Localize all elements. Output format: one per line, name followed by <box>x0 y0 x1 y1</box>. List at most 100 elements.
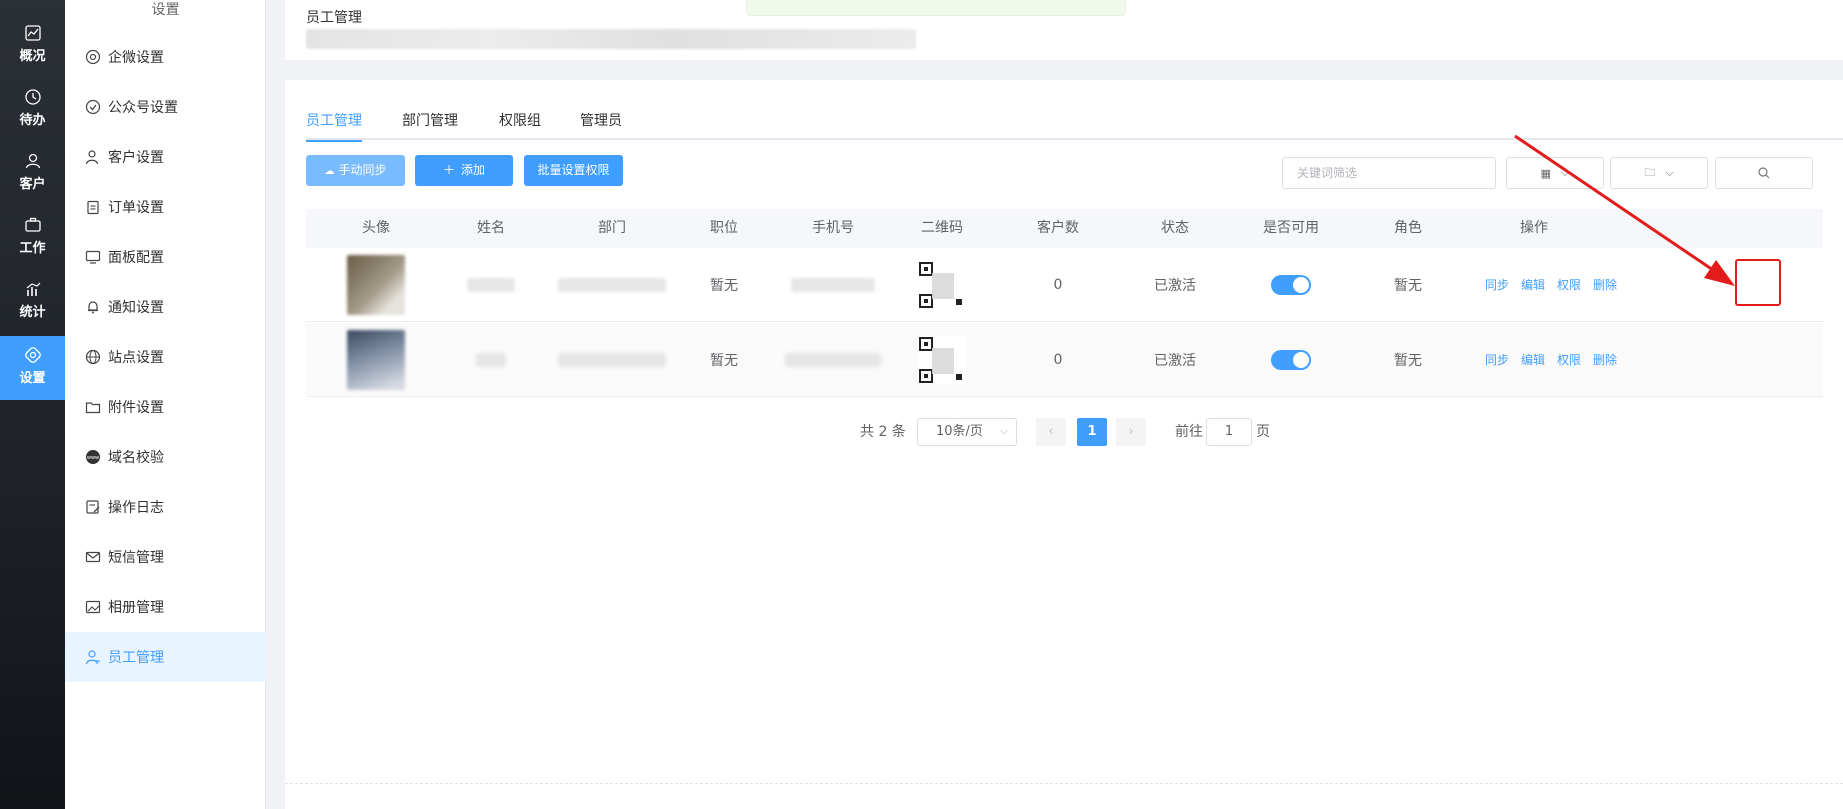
tab-admin[interactable]: 管理员 <box>580 110 622 140</box>
manual-sync-label: 手动同步 <box>338 163 387 177</box>
tab-department[interactable]: 部门管理 <box>402 110 458 140</box>
avatar-cell <box>326 248 426 322</box>
submenu-item-official-account[interactable]: 公众号设置 <box>65 82 266 132</box>
delete-link[interactable]: 删除 <box>1593 248 1617 322</box>
submenu-item-album[interactable]: 相册管理 <box>65 582 266 632</box>
goto-page-input[interactable]: 1 <box>1206 418 1252 446</box>
keyword-filter-input[interactable]: 关键词筛选 <box>1282 157 1496 189</box>
enabled-toggle[interactable] <box>1271 350 1311 370</box>
chevron-down-icon: ⌵ <box>1561 166 1570 179</box>
table-row: 暂无 0 已激活 暂无 同步 编辑 权限 删除 <box>306 248 1823 322</box>
qrcode-icon[interactable] <box>918 261 966 309</box>
add-label: 添加 <box>461 163 486 177</box>
redacted-info <box>306 29 916 49</box>
batch-permission-label: 批量设置权限 <box>537 163 610 177</box>
page-number-current[interactable]: 1 <box>1077 418 1107 446</box>
submenu-item-panel[interactable]: 面板配置 <box>65 232 266 282</box>
table-row: 暂无 0 已激活 暂无 同步 编辑 权限 删除 <box>306 323 1823 397</box>
permission-link[interactable]: 权限 <box>1557 248 1581 322</box>
submenu-item-site[interactable]: 站点设置 <box>65 332 266 382</box>
col-status: 状态 <box>1161 220 1189 236</box>
rail-item-settings[interactable]: 设置 <box>0 336 65 400</box>
submenu-item-operation-log[interactable]: 操作日志 <box>65 482 266 532</box>
phone-cell <box>783 323 883 397</box>
submenu-item-notification[interactable]: 通知设置 <box>65 282 266 332</box>
permission-link[interactable]: 权限 <box>1557 323 1581 397</box>
submenu-item-order[interactable]: 订单设置 <box>65 182 266 232</box>
department-cell <box>557 323 667 397</box>
submenu-item-domain[interactable]: www 域名校验 <box>65 432 266 482</box>
submenu-item-sms[interactable]: 短信管理 <box>65 532 266 582</box>
col-name: 姓名 <box>477 220 505 236</box>
submenu-item-staff[interactable]: 员工管理 <box>65 632 266 682</box>
wecom-icon <box>85 49 101 65</box>
chevron-left-icon: ‹ <box>1048 424 1054 439</box>
submenu-item-label: 相册管理 <box>108 600 164 616</box>
role-cell: 暂无 <box>1394 278 1422 294</box>
qrcode-cell <box>892 248 992 322</box>
chevron-down-icon: ⌵ <box>1000 426 1008 437</box>
avatar <box>347 330 405 390</box>
enabled-toggle[interactable] <box>1271 275 1311 295</box>
sync-link[interactable]: 同步 <box>1485 323 1509 397</box>
col-actions: 操作 <box>1520 220 1548 236</box>
folder-select[interactable]: 🗀 ⌵ <box>1610 157 1708 189</box>
pagination-total: 共 2 条 <box>860 424 906 440</box>
rail-item-overview[interactable]: 概况 <box>0 14 65 78</box>
department-cell <box>557 248 667 322</box>
submenu-item-wecom[interactable]: 企微设置 <box>65 32 266 82</box>
rail-item-work[interactable]: 工作 <box>0 206 65 270</box>
redacted-phone <box>785 353 881 367</box>
page-size-select[interactable]: 10条/页 ⌵ <box>917 418 1017 446</box>
settings-submenu: 设置 企微设置 公众号设置 客户设置 订单设置 面板配置 通知设置 站点设置 附… <box>65 0 266 809</box>
submenu-item-label: 通知设置 <box>108 300 164 316</box>
page-size-value: 10条/页 <box>936 424 983 439</box>
redacted-phone <box>791 278 875 292</box>
role-cell: 暂无 <box>1394 353 1422 369</box>
submenu-item-customer[interactable]: 客户设置 <box>65 132 266 182</box>
search-button[interactable] <box>1715 157 1813 189</box>
svg-text:www: www <box>87 455 99 461</box>
position-cell: 暂无 <box>710 278 738 294</box>
sync-link[interactable]: 同步 <box>1485 248 1509 322</box>
tab-staff[interactable]: 员工管理 <box>306 110 362 142</box>
submenu-item-attachment[interactable]: 附件设置 <box>65 382 266 432</box>
folder-icon <box>85 402 101 414</box>
www-icon: www <box>86 450 100 464</box>
edit-link[interactable]: 编辑 <box>1521 323 1545 397</box>
rail-item-customer[interactable]: 客户 <box>0 142 65 206</box>
main-nav-rail: 概况 待办 客户 工作 统计 设置 <box>0 0 65 809</box>
user-icon <box>25 153 40 169</box>
gear-icon <box>24 347 41 363</box>
mail-icon <box>85 551 101 563</box>
chevron-down-icon: ⌵ <box>1665 166 1674 179</box>
rail-item-label: 概况 <box>19 49 46 64</box>
bar-chart-icon <box>26 282 40 296</box>
prev-page-button[interactable]: ‹ <box>1036 418 1066 446</box>
rail-item-todo[interactable]: 待办 <box>0 78 65 142</box>
next-page-button[interactable]: › <box>1116 418 1146 446</box>
submenu-item-label: 面板配置 <box>108 250 164 266</box>
table-header: 头像 姓名 部门 职位 手机号 二维码 客户数 状态 是否可用 角色 操作 <box>306 209 1823 248</box>
enabled-cell <box>1241 323 1341 397</box>
goto-label: 前往 <box>1175 424 1203 440</box>
rail-item-stats[interactable]: 统计 <box>0 270 65 334</box>
batch-permission-button[interactable]: 批量设置权限 <box>524 155 623 186</box>
submenu-item-label: 附件设置 <box>108 400 164 416</box>
col-qrcode: 二维码 <box>921 220 963 236</box>
manual-sync-button[interactable]: ☁ 手动同步 <box>306 155 405 186</box>
search-icon <box>1758 167 1770 179</box>
add-button[interactable]: ＋ 添加 <box>415 155 513 186</box>
success-toast <box>746 0 1126 16</box>
qrcode-icon[interactable] <box>918 336 966 384</box>
col-enabled: 是否可用 <box>1263 220 1319 236</box>
rail-item-label: 待办 <box>19 113 46 128</box>
name-cell <box>441 248 541 322</box>
department-select[interactable]: ▦ ⌵ <box>1506 157 1604 189</box>
folder-icon: 🗀 <box>1644 165 1656 179</box>
submenu-item-label: 站点设置 <box>108 350 164 366</box>
edit-link[interactable]: 编辑 <box>1521 248 1545 322</box>
tab-permission-group[interactable]: 权限组 <box>499 110 541 140</box>
delete-link[interactable]: 删除 <box>1593 323 1617 397</box>
globe-icon <box>85 349 101 365</box>
